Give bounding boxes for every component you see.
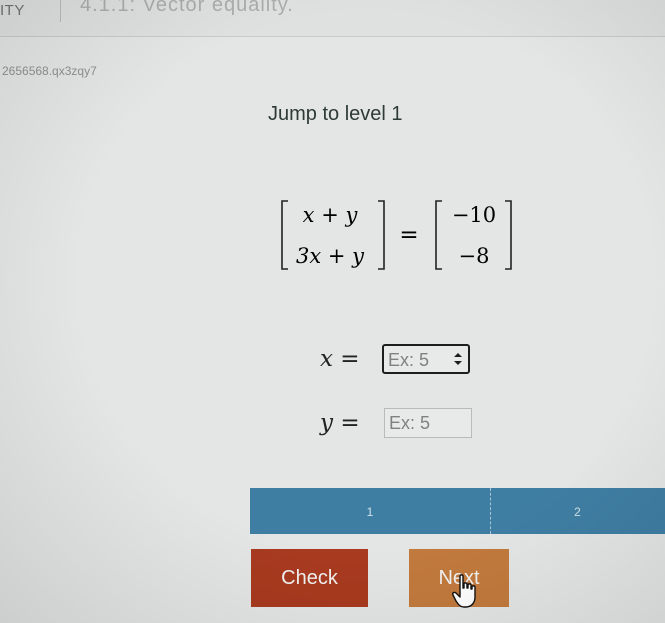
header-divider <box>60 0 61 22</box>
activity-title: 4.1.1: Vector equality. <box>80 0 294 16</box>
hand-pointer-icon <box>452 574 476 608</box>
check-button[interactable]: Check <box>251 549 368 607</box>
lhs-row-2: 3x + y <box>296 244 365 268</box>
progress-segment-2[interactable]: 2 <box>490 488 665 534</box>
lhs-left-bracket <box>281 200 288 270</box>
progress-segment-1[interactable]: 1 <box>250 488 490 534</box>
level-progress-bar: 1 2 <box>250 488 665 534</box>
rhs-left-bracket <box>435 200 442 270</box>
equals-sign: = <box>399 222 418 248</box>
rhs-row-2: −8 <box>459 244 490 268</box>
y-answer-input[interactable]: Ex: 5 <box>384 408 472 438</box>
rhs-right-bracket <box>505 200 512 270</box>
matrix-equation: x + y 3x + y = −10 −8 <box>281 200 512 270</box>
lhs-right-bracket <box>378 200 385 270</box>
rhs-row-1: −10 <box>452 203 496 227</box>
x-input-placeholder: Ex: 5 <box>388 350 430 370</box>
lhs-row-1: x + y <box>303 203 359 227</box>
variable-label-y: y = <box>320 410 360 436</box>
header-left-label: ITY <box>0 2 25 19</box>
x-answer-input[interactable]: Ex: 5 <box>382 344 470 374</box>
up-down-spinner-icon[interactable] <box>452 351 464 367</box>
level-title[interactable]: Jump to level 1 <box>268 103 403 126</box>
activity-code: 2656568.qx3zqy7 <box>2 64 97 78</box>
activity-header: ITY 4.1.1: Vector equality. <box>0 0 665 37</box>
y-input-placeholder: Ex: 5 <box>389 413 431 433</box>
variable-label-x: x = <box>320 346 360 372</box>
